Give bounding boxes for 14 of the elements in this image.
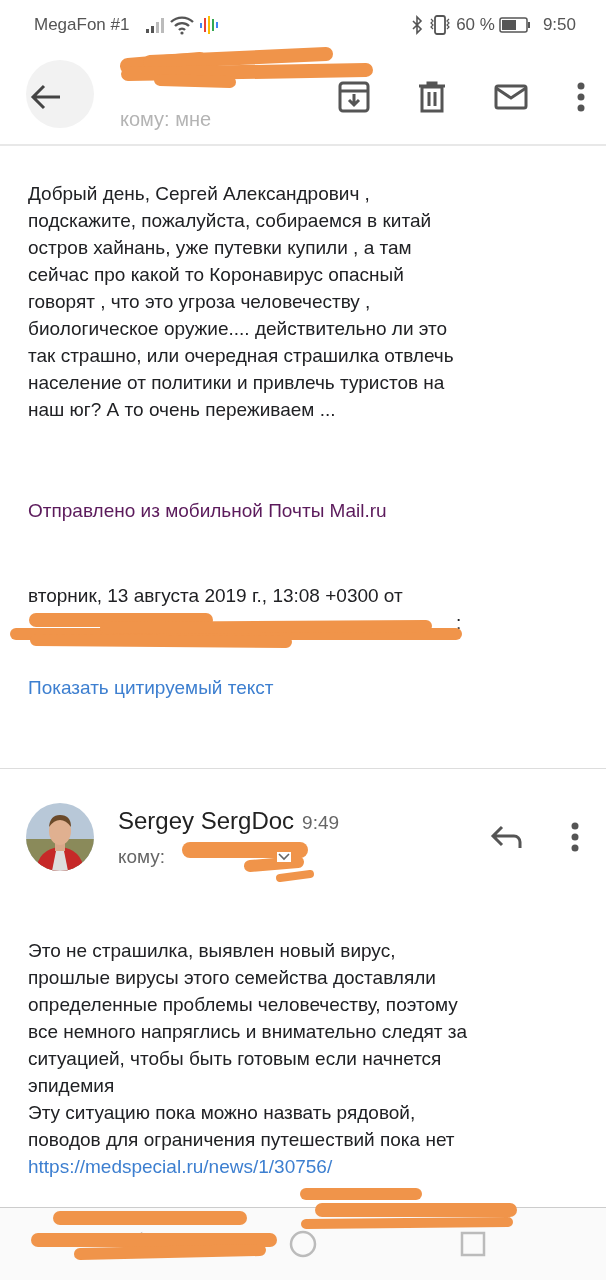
quote-header-text: вторник, 13 августа 2019 г., 13:08 +0300 от xyxy=(27,583,404,608)
email-body-text: Это не страшилка, выявлен новый вирус, прошлые вирусы этого семейства доставляли определенные проблемы человечеству, поэтому все немного напряглись и внимательно следят за ситуацией, чтобы быть готовым если начнется эпидемия Эту ситуацию пока можно назвать рядовой, поводов для ограничения путешествий пока нет xyxy=(27,939,469,1152)
battery-percentage: 60 % xyxy=(456,14,495,37)
clock-time: 9:50 xyxy=(542,14,576,37)
message-time: 9:49 xyxy=(302,810,340,835)
recipient-label: кому: xyxy=(118,844,166,869)
show-quoted-link[interactable]: Показать цитируемый текст xyxy=(0,673,302,702)
sender-name: Sergey SergDoc xyxy=(118,805,295,836)
email-signature: Отправлено из мобильной Почты Mail.ru xyxy=(27,499,388,523)
faded-recipient: кому: мне xyxy=(120,107,212,132)
quote-header-text: : xyxy=(456,610,462,635)
carrier-name: MegaFon #1 xyxy=(34,14,130,37)
email-body-text: Добрый день, Сергей Александрович , подскажите, пожалуйста, собираемся в китай остров хайнань, уже путевки купили , а там сейчас про какой то Коронавирус опасный говорят , что это угроза человечеству , биологическое оружие.... действительно ли это так страшно, или очередная страшилка отвлечь население от политики и привлечь туристов на наш юг? А то очень переживаем ... xyxy=(27,182,455,422)
url-link[interactable]: https://medspecial.ru/news/1/30756/ xyxy=(0,1153,361,1180)
